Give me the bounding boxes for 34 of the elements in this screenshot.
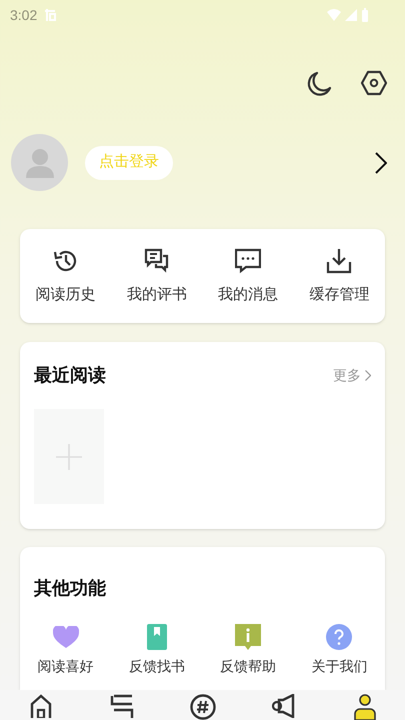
bookmark-book-icon bbox=[146, 624, 167, 650]
download-icon bbox=[326, 248, 352, 274]
function-button[interactable]: 阅读喜好 bbox=[20, 624, 112, 674]
person-icon bbox=[24, 148, 56, 178]
function-button[interactable]: 反馈帮助 bbox=[202, 624, 294, 674]
message-icon bbox=[235, 248, 262, 274]
quick-action-button[interactable]: 缓存管理 bbox=[294, 248, 385, 306]
notification-icon bbox=[43, 8, 58, 22]
help-icon bbox=[326, 624, 352, 650]
quick-action-button[interactable]: 阅读历史 bbox=[20, 248, 112, 306]
battery-icon bbox=[361, 8, 369, 22]
chevron-right-icon bbox=[365, 370, 371, 381]
chevron-right-icon[interactable] bbox=[375, 152, 387, 174]
list-icon bbox=[110, 694, 134, 718]
function-button[interactable]: 关于我们 bbox=[294, 624, 385, 674]
person-icon bbox=[354, 694, 376, 720]
moon-icon[interactable] bbox=[305, 70, 333, 98]
signal-icon bbox=[345, 9, 357, 21]
heart-icon bbox=[52, 626, 79, 648]
info-icon bbox=[235, 624, 262, 650]
function-button[interactable]: 反馈找书 bbox=[111, 624, 202, 674]
hashtag-icon bbox=[190, 694, 216, 720]
quick-action-button[interactable]: 我的评书 bbox=[111, 248, 202, 306]
plus-icon bbox=[56, 444, 82, 470]
quick-action-button[interactable]: 我的消息 bbox=[202, 248, 294, 306]
wifi-icon bbox=[327, 9, 341, 21]
home-icon bbox=[30, 694, 52, 718]
comments-icon bbox=[144, 248, 170, 274]
section-title: 最近阅读 bbox=[34, 364, 106, 387]
status-time: 3:02 bbox=[10, 6, 38, 24]
section-title: 其他功能 bbox=[34, 578, 106, 598]
megaphone-icon bbox=[272, 694, 296, 718]
add-book-tile[interactable] bbox=[34, 409, 104, 504]
settings-icon[interactable] bbox=[361, 70, 387, 96]
